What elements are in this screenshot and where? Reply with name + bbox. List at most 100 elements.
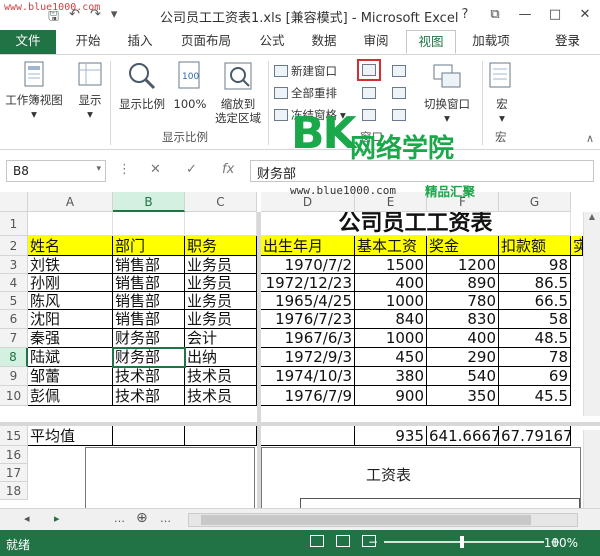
- ribbon-display-icon[interactable]: ⧉: [480, 0, 510, 28]
- vertical-scrollbar-top[interactable]: ▲: [583, 212, 600, 416]
- synchronous-scroll-icon[interactable]: [392, 87, 406, 99]
- data-cell[interactable]: 会计: [185, 329, 257, 348]
- column-header-g[interactable]: G: [499, 192, 571, 212]
- zoom-to-selection-button[interactable]: 缩放到 选定区域: [210, 61, 266, 125]
- row-header[interactable]: 3: [0, 256, 28, 274]
- workbook-views-button[interactable]: 工作簿视图 ▾: [2, 61, 66, 121]
- tab-review[interactable]: 审阅: [354, 30, 398, 54]
- row-header[interactable]: 6: [0, 310, 28, 329]
- tab-home[interactable]: 开始: [66, 30, 110, 54]
- tab-data[interactable]: 数据: [302, 30, 346, 54]
- data-cell[interactable]: 财务部: [113, 329, 185, 348]
- data-cell[interactable]: 450: [355, 348, 427, 367]
- row-header[interactable]: 16: [0, 446, 28, 464]
- row-header[interactable]: 7: [0, 329, 28, 348]
- row-header[interactable]: 1: [0, 212, 28, 236]
- data-cell[interactable]: 69: [499, 367, 571, 386]
- prev-sheet-icon[interactable]: ◂: [24, 512, 30, 525]
- macros-button[interactable]: 宏 ▾: [486, 61, 518, 125]
- data-cell[interactable]: 66.5: [499, 292, 571, 310]
- data-cell[interactable]: 出纳: [185, 348, 257, 367]
- horizontal-scroll-thumb[interactable]: [201, 515, 531, 525]
- data-cell[interactable]: 技术员: [185, 386, 257, 406]
- data-cell[interactable]: 销售部: [113, 274, 185, 292]
- data-cell[interactable]: 邹蕾: [28, 367, 113, 386]
- column-header-a[interactable]: A: [28, 192, 113, 212]
- row-header[interactable]: 8: [0, 348, 28, 367]
- dropdown-arrow-icon[interactable]: ▾: [96, 164, 101, 174]
- data-cell[interactable]: 销售部: [113, 256, 185, 274]
- data-cell[interactable]: 540: [427, 367, 499, 386]
- horizontal-split-bar[interactable]: [0, 422, 600, 426]
- data-cell[interactable]: 陆斌: [28, 348, 113, 367]
- data-cell[interactable]: 78: [499, 348, 571, 367]
- cell[interactable]: [185, 426, 257, 446]
- average-cell[interactable]: 641.6667: [427, 426, 499, 446]
- data-cell[interactable]: 45.5: [499, 386, 571, 406]
- data-cell[interactable]: 销售部: [113, 310, 185, 329]
- data-cell[interactable]: 业务员: [185, 274, 257, 292]
- data-cell[interactable]: 1972/9/3: [261, 348, 355, 367]
- normal-view-icon[interactable]: [310, 535, 324, 547]
- name-box[interactable]: B8 ▾: [6, 160, 106, 182]
- cancel-icon[interactable]: ✕: [150, 162, 161, 177]
- cell[interactable]: [185, 212, 257, 236]
- header-cell[interactable]: 实: [571, 236, 583, 256]
- tab-insert[interactable]: 插入: [118, 30, 162, 54]
- data-cell[interactable]: 48.5: [499, 329, 571, 348]
- header-cell[interactable]: 职务: [185, 236, 257, 256]
- data-cell[interactable]: 780: [427, 292, 499, 310]
- new-window-button[interactable]: 新建窗口: [274, 63, 337, 79]
- data-cell[interactable]: 400: [355, 274, 427, 292]
- data-cell[interactable]: 刘铁: [28, 256, 113, 274]
- sheet-title-cell[interactable]: 公司员工工资表: [261, 212, 571, 236]
- split-button[interactable]: [357, 59, 381, 81]
- cell[interactable]: [113, 426, 185, 446]
- hide-window-icon[interactable]: [362, 87, 376, 99]
- chart-area-left[interactable]: [85, 447, 255, 508]
- data-cell[interactable]: 1500: [355, 256, 427, 274]
- switch-window-button[interactable]: 切换窗口 ▾: [418, 61, 476, 125]
- zoom-100-button[interactable]: 100 100%: [172, 61, 208, 111]
- minimize-icon[interactable]: —: [510, 0, 540, 28]
- reset-window-position-icon[interactable]: [392, 109, 406, 121]
- tab-view[interactable]: 视图: [406, 30, 456, 54]
- data-cell[interactable]: 秦强: [28, 329, 113, 348]
- header-cell[interactable]: 出生年月: [261, 236, 355, 256]
- save-icon[interactable]: 🖫: [48, 7, 59, 29]
- row-header[interactable]: 17: [0, 464, 28, 482]
- tab-file[interactable]: 文件: [0, 30, 56, 54]
- data-cell[interactable]: 沈阳: [28, 310, 113, 329]
- data-cell[interactable]: 1976/7/9: [261, 386, 355, 406]
- data-cell[interactable]: 58: [499, 310, 571, 329]
- header-cell[interactable]: 奖金: [427, 236, 499, 256]
- more-sheets-icon[interactable]: …: [114, 512, 125, 525]
- data-cell[interactable]: 技术员: [185, 367, 257, 386]
- zoom-slider[interactable]: [384, 536, 545, 548]
- data-cell[interactable]: 业务员: [185, 292, 257, 310]
- average-label-cell[interactable]: 平均值: [28, 426, 113, 446]
- column-header-c[interactable]: C: [185, 192, 257, 212]
- data-cell[interactable]: 1976/7/23: [261, 310, 355, 329]
- data-cell[interactable]: 业务员: [185, 310, 257, 329]
- data-cell[interactable]: 技术部: [113, 367, 185, 386]
- data-cell[interactable]: 陈风: [28, 292, 113, 310]
- arrange-all-button[interactable]: 全部重排: [274, 85, 337, 101]
- average-cell[interactable]: 67.79167: [499, 426, 571, 446]
- zoom-percent[interactable]: 100%: [544, 536, 578, 550]
- undo-icon[interactable]: ↶: [69, 7, 80, 29]
- row-header[interactable]: 10: [0, 386, 28, 406]
- redo-icon[interactable]: ↷: [90, 7, 101, 29]
- data-cell[interactable]: 业务员: [185, 256, 257, 274]
- data-cell[interactable]: 1200: [427, 256, 499, 274]
- header-cell[interactable]: 姓名: [28, 236, 113, 256]
- row-header[interactable]: 18: [0, 482, 28, 500]
- zoom-out-icon[interactable]: −: [368, 535, 378, 549]
- vertical-scrollbar-bottom[interactable]: [583, 430, 600, 508]
- show-button[interactable]: 显示 ▾: [72, 61, 108, 121]
- maximize-icon[interactable]: □: [540, 0, 570, 28]
- header-cell[interactable]: 基本工资: [355, 236, 427, 256]
- view-side-by-side-icon[interactable]: [392, 65, 406, 77]
- close-icon[interactable]: ✕: [570, 0, 600, 28]
- header-cell[interactable]: 部门: [113, 236, 185, 256]
